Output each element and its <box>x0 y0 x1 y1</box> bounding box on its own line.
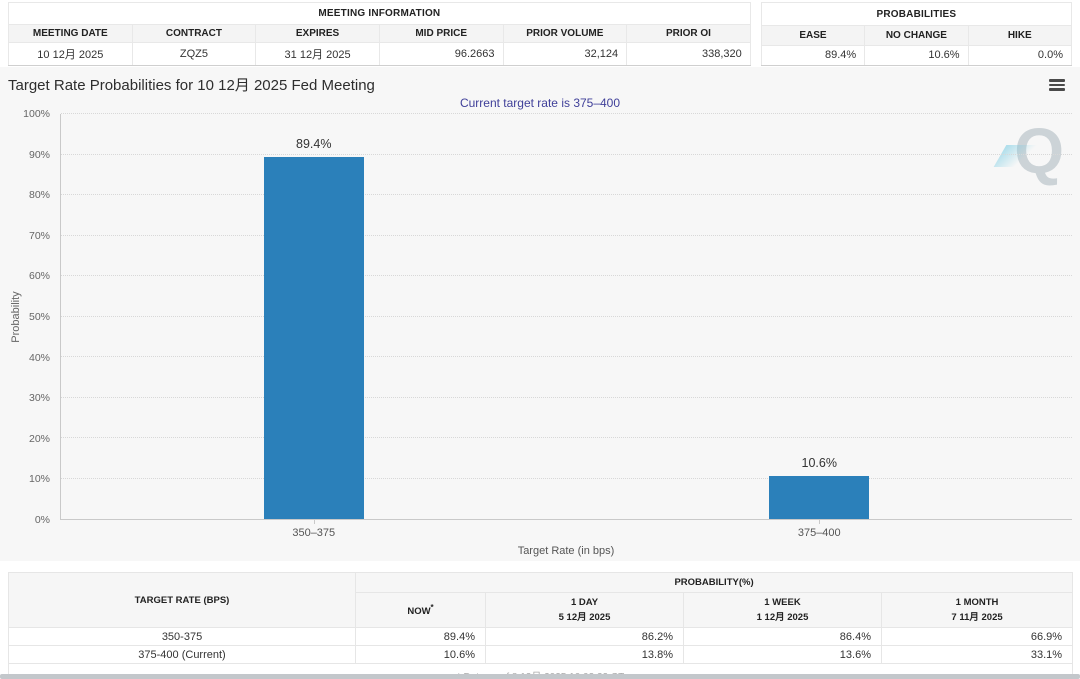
prior-oi-value: 338,320 <box>626 42 751 66</box>
gridline <box>61 113 1072 114</box>
no-change-value: 10.6% <box>864 44 969 67</box>
expires-value: 31 12月 2025 <box>255 42 380 66</box>
bar-value-label: 10.6% <box>801 456 837 471</box>
rate-label: 350-375 <box>8 627 356 646</box>
col-expires: EXPIRES <box>255 24 380 43</box>
y-tick-label: 30% <box>28 392 50 405</box>
prior-volume-value: 32,124 <box>502 42 628 66</box>
col-target-rate-bps: TARGET RATE (BPS) <box>8 572 356 628</box>
now-asterisk: * <box>430 602 434 612</box>
week-value: 13.6% <box>683 645 882 664</box>
meeting-information-table: MEETING INFORMATION MEETING DATE CONTRAC… <box>8 2 751 66</box>
x-category-label: 375–400 <box>797 527 841 539</box>
y-axis-labels: 0% 10% 20% 30% 40% 50% 60% 70% 80% 90% 100% <box>0 108 56 526</box>
col-hike: HIKE <box>967 25 1073 46</box>
target-rate-chart: Target Rate Probabilities for 10 12月 202… <box>0 67 1080 561</box>
col-ease: EASE <box>760 25 866 46</box>
x-tick-mark <box>313 519 315 524</box>
table-row-375-400: 375-400 (Current) 10.6% 13.8% 13.6% 33.1… <box>8 645 1074 664</box>
bottom-scroll-bar[interactable] <box>0 674 1080 679</box>
gridline <box>61 275 1072 276</box>
probability-history-table: TARGET RATE (BPS) PROBABILITY(%) NOW* 1 … <box>7 572 1074 679</box>
meeting-date-value: 10 12月 2025 <box>8 42 133 66</box>
gridline <box>61 194 1072 195</box>
gridline <box>61 396 1072 398</box>
gridline <box>61 437 1072 438</box>
col-no-change: NO CHANGE <box>864 25 969 46</box>
col-now: NOW* <box>355 592 486 628</box>
month-value: 33.1% <box>880 645 1074 664</box>
gridline <box>61 234 1072 236</box>
y-tick-label: 100% <box>23 108 50 120</box>
table-row-350-375: 350-375 89.4% 86.2% 86.4% 66.9% <box>8 627 1074 646</box>
x-category-label: 350–375 <box>292 527 336 539</box>
col-prior-oi: PRIOR OI <box>626 24 751 43</box>
col-mid-price: MID PRICE <box>378 24 504 43</box>
day-value: 13.8% <box>485 645 684 664</box>
x-axis-title: Target Rate (in bps) <box>517 545 615 557</box>
y-tick-label: 40% <box>28 351 50 364</box>
hamburger-menu-icon[interactable] <box>1049 79 1065 93</box>
y-tick-label: 50% <box>28 311 50 323</box>
bar-350-375[interactable] <box>263 156 364 519</box>
y-tick-label: 70% <box>28 229 50 242</box>
gridline <box>61 315 1072 317</box>
ease-value: 89.4% <box>760 44 866 67</box>
y-tick-label: 90% <box>28 148 50 161</box>
y-tick-label: 10% <box>28 473 50 486</box>
col-1-month: 1 MONTH 7 11月 2025 <box>880 592 1074 628</box>
probabilities-title: PROBABILITIES <box>760 1 1073 27</box>
rate-label: 375-400 (Current) <box>8 645 356 664</box>
col-prior-volume: PRIOR VOLUME <box>502 24 628 43</box>
plot-area: 89.4% 350–375 10.6% 375–400 <box>60 113 1072 539</box>
probabilities-summary-table: PROBABILITIES EASE NO CHANGE HIKE 89.4% … <box>760 1 1073 67</box>
meeting-information-title: MEETING INFORMATION <box>8 2 751 25</box>
gridline <box>61 477 1072 479</box>
y-tick-label: 60% <box>28 270 50 283</box>
month-value: 66.9% <box>880 627 1074 646</box>
now-value: 89.4% <box>355 627 486 646</box>
y-tick-label: 0% <box>34 514 50 526</box>
bar-375-400[interactable] <box>769 476 870 519</box>
x-tick-mark <box>819 519 821 524</box>
day-value: 86.2% <box>485 627 684 646</box>
contract-value: ZQZ5 <box>131 42 257 66</box>
chart-subtitle: Current target rate is 375–400 <box>459 96 621 110</box>
col-contract: CONTRACT <box>131 24 257 43</box>
chart-title: Target Rate Probabilities for 10 12月 202… <box>8 77 375 94</box>
gridline <box>61 153 1072 155</box>
col-1-week: 1 WEEK 1 12月 2025 <box>683 592 882 628</box>
week-value: 86.4% <box>683 627 882 646</box>
mid-price-value: 96.2663 <box>378 42 504 66</box>
col-1-day: 1 DAY 5 12月 2025 <box>485 592 684 628</box>
bar-value-label: 89.4% <box>296 136 332 151</box>
now-value: 10.6% <box>355 645 486 664</box>
y-tick-label: 80% <box>28 189 50 202</box>
y-tick-label: 20% <box>28 432 50 445</box>
gridline <box>61 356 1072 357</box>
col-meeting-date: MEETING DATE <box>8 24 133 43</box>
top-info-section: MEETING INFORMATION MEETING DATE CONTRAC… <box>0 0 1080 67</box>
col-probability-group: PROBABILITY(%) <box>354 572 1074 593</box>
probability-history-section: TARGET RATE (BPS) PROBABILITY(%) NOW* 1 … <box>7 572 1074 679</box>
hike-value: 0.0% <box>967 44 1073 67</box>
